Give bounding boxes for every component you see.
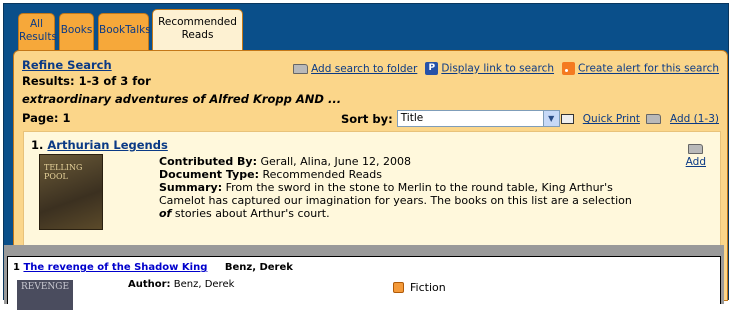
summary-row: Summary: From the sword in the stone to … [159, 181, 639, 220]
print-actions: Quick Print Add (1-3) [560, 113, 719, 125]
overlay-author-heading: Benz, Derek [224, 262, 293, 273]
fiction-badge: Fiction [393, 281, 446, 294]
results-window: All Results Books BookTalks Recommended … [3, 3, 729, 310]
create-alert-link[interactable]: Create alert for this search [578, 63, 719, 75]
summary-text-start: From the sword in the stone to Merlin to… [159, 181, 632, 207]
result-details: Contributed By: Gerall, Alina, June 12, … [159, 155, 639, 220]
overlay-book-cover[interactable]: REVENGE [17, 280, 73, 310]
doctype-row: Document Type: Recommended Reads [159, 168, 639, 181]
add-to-folder[interactable]: Add [686, 144, 706, 168]
overlay-content: 1 The revenge of the Shadow King Benz, D… [7, 256, 721, 310]
overlay-author-value: Benz, Derek [173, 279, 235, 290]
result-title-row: 1. Arthurian Legends [31, 138, 168, 152]
tab-all-results-line1: All [29, 18, 44, 30]
permalink-icon: P [425, 62, 439, 75]
chevron-down-icon[interactable]: ▼ [542, 111, 559, 126]
sort-value: Title [400, 112, 424, 124]
overlay-title-row: 1 The revenge of the Shadow King Benz, D… [13, 262, 293, 273]
display-link-to-search[interactable]: P Display link to search [425, 62, 554, 75]
add-link[interactable]: Add [686, 156, 706, 168]
display-link-text[interactable]: Display link to search [441, 63, 554, 75]
contributed-row: Contributed By: Gerall, Alina, June 12, … [159, 155, 639, 168]
rss-icon [562, 62, 576, 75]
overlay-author-label: Author: [128, 279, 171, 290]
summary-label: Summary: [159, 181, 223, 194]
cover-title: TELLING POOL [44, 163, 83, 181]
add-search-to-folder[interactable]: Add search to folder [293, 63, 417, 75]
tab-recommended-line1: Recommended [158, 16, 237, 28]
overlay-author-row: Author: Benz, Derek [128, 279, 234, 290]
search-query: extraordinary adventures of Alfred Kropp… [22, 92, 342, 106]
create-alert[interactable]: Create alert for this search [562, 62, 719, 75]
results-count: Results: 1-3 of 3 for [22, 74, 151, 88]
tab-recommended-line2: Reads [181, 29, 214, 41]
search-actions: Add search to folder P Display link to se… [293, 62, 719, 75]
quick-print-link[interactable]: Quick Print [583, 113, 640, 125]
tab-recommended-reads[interactable]: Recommended Reads [152, 9, 243, 50]
doctype-value: Recommended Reads [262, 168, 382, 181]
result-number: 1. [31, 138, 44, 152]
overlay-title-link[interactable]: The revenge of the Shadow King [23, 262, 207, 273]
fiction-icon [393, 282, 404, 293]
tab-all-results-line2: Results [19, 31, 57, 43]
sort-control: Sort by: Title ▼ [341, 110, 560, 127]
overlay-window: 1 The revenge of the Shadow King Benz, D… [4, 245, 724, 310]
folder-icon [293, 63, 309, 74]
overlay-cover-text: REVENGE [21, 282, 70, 292]
summary-emphasis: of [159, 207, 172, 220]
overlay-number: 1 [13, 262, 20, 273]
book-cover-image[interactable]: TELLING POOL [39, 154, 103, 230]
contributed-label: Contributed By: [159, 155, 257, 168]
printer-icon [560, 114, 574, 124]
doctype-label: Document Type: [159, 168, 259, 181]
fiction-label: Fiction [410, 281, 446, 294]
tab-booktalks[interactable]: BookTalks [98, 13, 151, 50]
tab-books[interactable]: Books [59, 13, 94, 50]
add-search-link[interactable]: Add search to folder [311, 63, 417, 75]
page-indicator: Page: 1 [22, 111, 71, 125]
result-title-link[interactable]: Arthurian Legends [47, 138, 167, 152]
tab-all-results[interactable]: All Results [18, 13, 57, 50]
folder-icon [645, 114, 661, 124]
summary-text-end: stories about Arthur's court. [174, 207, 330, 220]
contributed-value: Gerall, Alina, June 12, 2008 [260, 155, 411, 168]
folder-icon [688, 144, 704, 154]
sort-label: Sort by: [341, 111, 393, 126]
add-range-link[interactable]: Add (1-3) [670, 113, 719, 125]
sort-select[interactable]: Title ▼ [396, 110, 560, 127]
refine-search-link[interactable]: Refine Search [22, 58, 112, 72]
